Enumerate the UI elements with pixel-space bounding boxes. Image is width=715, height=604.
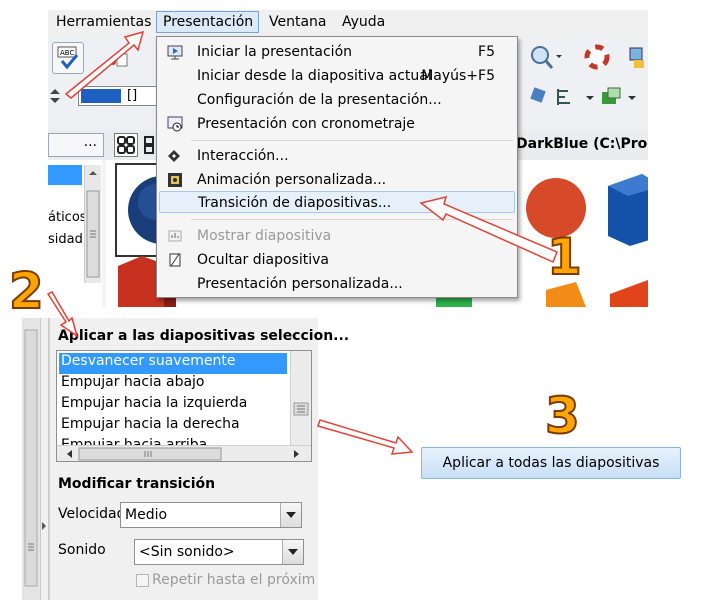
arrow-to-apply-button bbox=[317, 419, 414, 455]
arrow-to-menu bbox=[64, 30, 145, 99]
step-number-1: 1 bbox=[546, 227, 583, 287]
step-number-2: 2 bbox=[8, 261, 45, 321]
tutorial-arrows bbox=[46, 30, 558, 455]
arrow-to-list bbox=[46, 291, 79, 338]
arrow-to-transition bbox=[419, 195, 558, 264]
step-number-3: 3 bbox=[544, 386, 581, 446]
